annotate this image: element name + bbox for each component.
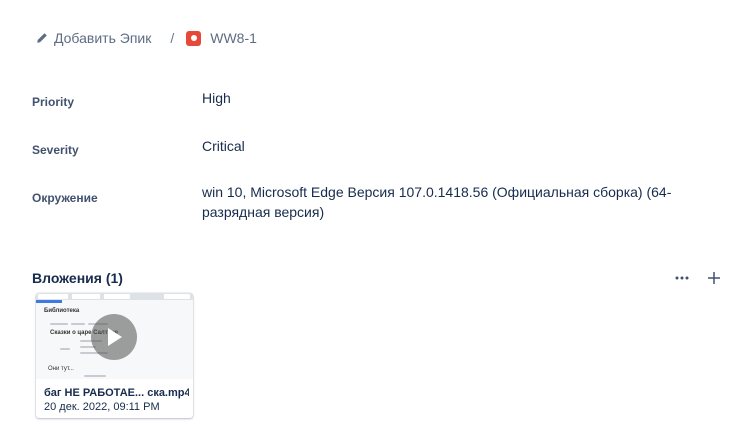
issue-key: WW8-1 [210,30,257,46]
pencil-icon [37,33,47,43]
attachment-card[interactable]: Библиотека Сказки о царе Салтане Они тут… [36,293,193,418]
attachment-info: баг НЕ РАБОТАЕ... ска.mp4 20 дек. 2022, … [44,387,189,413]
add-epic-label: Добавить Эпик [54,30,152,46]
thumbnail-line [60,348,70,350]
attachments-actions [674,270,722,286]
play-icon[interactable] [91,314,137,360]
thumbnail-tab [164,294,190,299]
thumbnail-line [50,323,68,325]
thumbnail-tab [104,294,130,299]
field-value-priority[interactable]: High [202,88,672,108]
field-label-priority: Priority [32,95,75,109]
more-horizontal-icon[interactable] [674,270,690,286]
attachment-filename: баг НЕ РАБОТАЕ... ска.mp4 [44,387,189,399]
field-label-severity: Severity [32,143,79,157]
thumbnail-tab [38,294,68,299]
attachments-title: Вложения (1) [32,270,123,286]
attachment-date: 20 дек. 2022, 09:11 PM [44,401,160,413]
field-value-environment[interactable]: win 10, Microsoft Edge Версия 107.0.1418… [202,182,672,222]
attachments-header: Вложения (1) [32,268,722,288]
video-thumbnail: Библиотека Сказки о царе Салтане Они тут… [36,293,193,379]
add-epic-link[interactable]: Добавить Эпик [36,30,151,46]
bug-icon [186,30,202,46]
issue-key-link[interactable]: WW8-1 [186,30,257,46]
plus-icon[interactable] [706,270,722,286]
thumbnail-accent [36,300,62,303]
thumbnail-line [84,375,106,377]
thumbnail-heading: Библиотека [44,308,80,314]
thumbnail-line [71,323,85,325]
breadcrumb-separator: / [170,30,175,46]
field-label-environment: Окружение [32,191,98,205]
breadcrumb: Добавить Эпик / WW8-1 [36,28,257,48]
thumbnail-footer: Они тут... [48,366,74,372]
thumbnail-browser-bar [36,293,193,300]
thumbnail-tab [72,294,100,299]
field-value-severity[interactable]: Critical [202,136,672,156]
